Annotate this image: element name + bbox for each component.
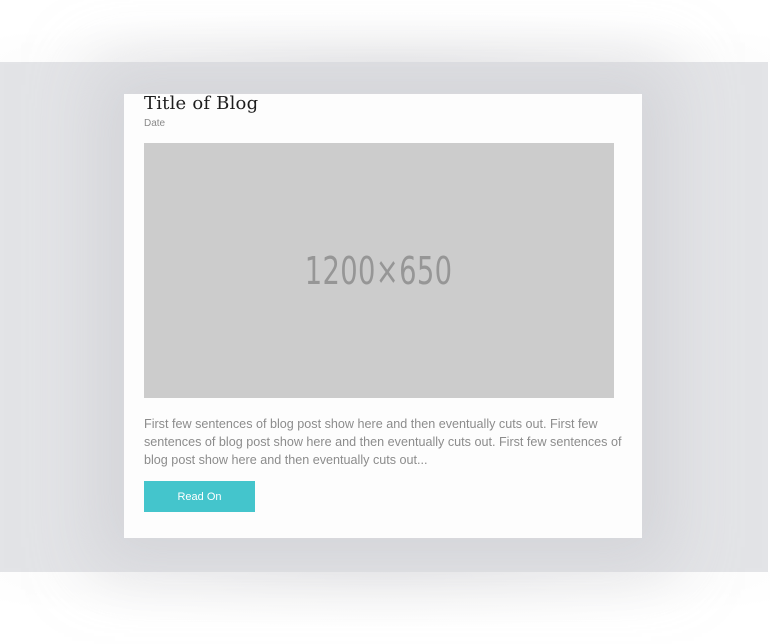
image-dimensions-label: 1200×650 <box>305 248 453 293</box>
top-shadow-strip <box>0 0 770 62</box>
read-on-button[interactable]: Read On <box>144 481 255 512</box>
blog-date: Date <box>144 118 166 129</box>
page: Title of Blog Date 1200×650 First few se… <box>0 0 770 644</box>
blog-title[interactable]: Title of Blog <box>144 92 258 116</box>
blog-card: Title of Blog Date 1200×650 First few se… <box>124 92 642 538</box>
blog-excerpt: First few sentences of blog post show he… <box>144 417 622 467</box>
bottom-shadow-strip <box>0 572 770 644</box>
blog-image-placeholder[interactable]: 1200×650 <box>144 143 614 398</box>
